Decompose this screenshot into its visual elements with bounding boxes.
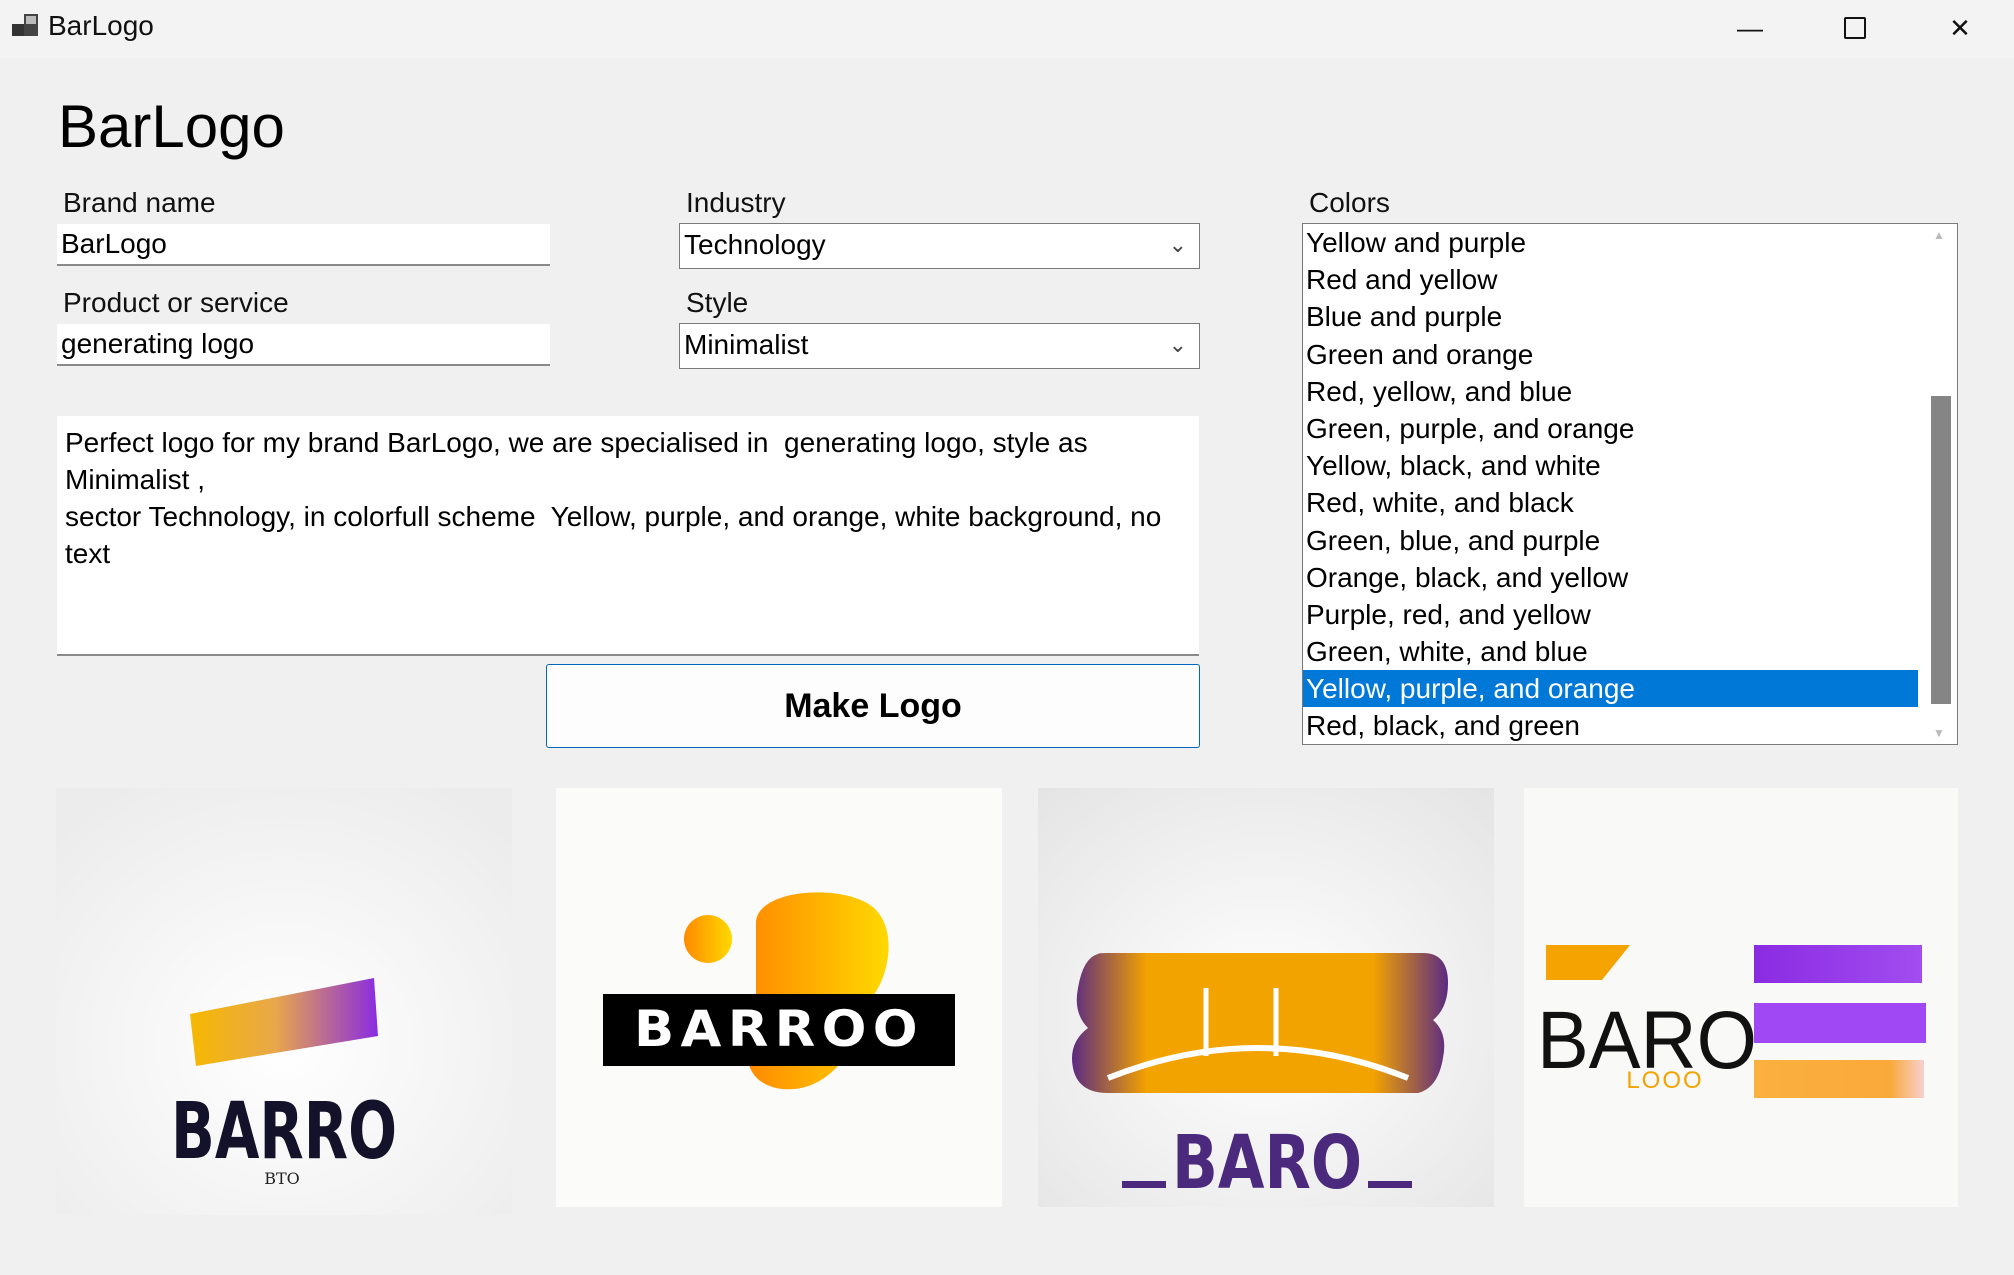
logo-result-4[interactable]: BARO LOOO <box>1524 788 1958 1207</box>
make-logo-button[interactable]: Make Logo <box>546 664 1200 748</box>
logo1-wordmark: BARRO <box>171 1087 397 1177</box>
industry-value: Technology <box>684 229 826 260</box>
window-title: BarLogo <box>48 10 154 41</box>
maximize-button[interactable] <box>1805 0 1905 56</box>
colors-list-item[interactable]: Green, white, and blue <box>1303 633 1957 670</box>
logo2-small-circle <box>684 915 732 963</box>
logo4-subtext: LOOO <box>1626 1067 1703 1094</box>
chevron-down-icon: ⌄ <box>1168 232 1187 257</box>
logo2-wordmark: BARROO <box>634 1000 924 1058</box>
chevron-down-icon: ⌄ <box>1168 332 1187 357</box>
colors-list-item[interactable]: Blue and purple <box>1303 298 1957 335</box>
prompt-textarea[interactable]: Perfect logo for my brand BarLogo, we ar… <box>57 416 1199 656</box>
logo3-wordmark: BARO <box>1172 1120 1362 1206</box>
close-button[interactable]: ✕ <box>1910 0 2010 56</box>
style-select[interactable]: Minimalist ⌄ <box>679 323 1200 369</box>
brand-name-label: Brand name <box>63 187 216 218</box>
colors-scrollbar[interactable]: ▲ ▼ <box>1921 224 1957 744</box>
brand-name-input[interactable]: BarLogo <box>57 224 550 266</box>
colors-list-item[interactable]: Purple, red, and yellow <box>1303 596 1957 633</box>
colors-listbox[interactable]: Yellow and purple Red and yellow Blue and … <box>1302 223 1958 745</box>
colors-list-item[interactable]: Red, white, and black <box>1303 484 1957 521</box>
colors-list-item[interactable]: Red, yellow, and blue <box>1303 373 1957 410</box>
scroll-thumb[interactable] <box>1931 396 1951 704</box>
industry-select[interactable]: Technology ⌄ <box>679 223 1200 269</box>
colors-list-item[interactable]: Green and orange <box>1303 336 1957 373</box>
logo-result-2[interactable]: BARROO <box>556 788 1002 1207</box>
app-icon <box>12 14 40 40</box>
minimize-button[interactable]: — <box>1700 0 1800 56</box>
colors-label: Colors <box>1309 187 1390 218</box>
colors-list-items: Yellow and purple Red and yellow Blue and … <box>1303 224 1957 744</box>
colors-list-item[interactable]: Red and yellow <box>1303 261 1957 298</box>
colors-list-item[interactable]: Green, purple, and orange <box>1303 410 1957 447</box>
colors-list-item[interactable]: Red, black, and green <box>1303 707 1957 744</box>
maximize-icon <box>1844 17 1866 39</box>
scroll-up-icon[interactable]: ▲ <box>1921 224 1957 246</box>
colors-list-item[interactable]: Yellow and purple <box>1303 224 1957 261</box>
colors-list-item[interactable]: Orange, black, and yellow <box>1303 559 1957 596</box>
minimize-icon: — <box>1737 12 1763 43</box>
close-icon: ✕ <box>1949 12 1971 43</box>
product-input[interactable]: generating logo <box>57 324 550 366</box>
product-label: Product or service <box>63 287 289 318</box>
page-title: BarLogo <box>58 93 285 160</box>
logo-result-1[interactable]: BARRO BTO <box>56 788 512 1215</box>
logo-result-3[interactable]: BARO <box>1038 788 1494 1207</box>
industry-label: Industry <box>686 187 786 218</box>
style-value: Minimalist <box>684 329 809 360</box>
colors-list-item[interactable]: Yellow, purple, and orange <box>1303 670 1918 708</box>
scroll-down-icon[interactable]: ▼ <box>1921 722 1957 744</box>
colors-list-item[interactable]: Yellow, black, and white <box>1303 447 1957 484</box>
title-bar: BarLogo — ✕ <box>0 0 2014 58</box>
style-label: Style <box>686 287 749 318</box>
logo1-subtext: BTO <box>264 1169 300 1188</box>
colors-list-item[interactable]: Green, blue, and purple <box>1303 522 1957 559</box>
